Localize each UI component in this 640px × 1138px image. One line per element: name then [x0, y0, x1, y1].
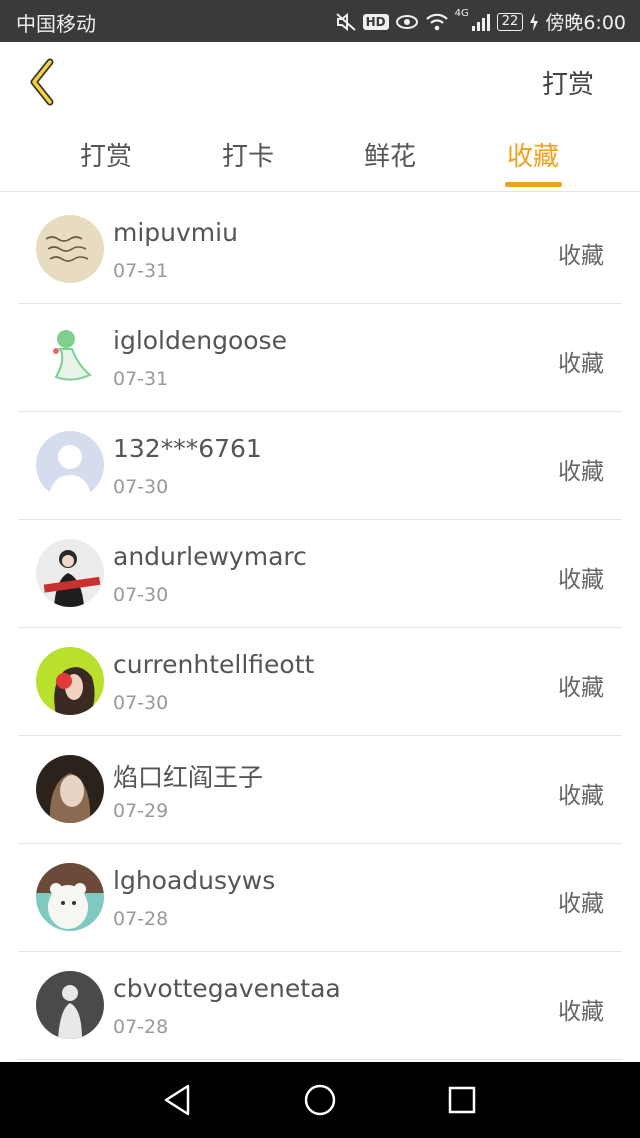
- top-header: 打赏: [0, 42, 640, 122]
- clock: 傍晚6:00: [545, 12, 626, 34]
- eye-icon: [395, 13, 419, 31]
- list-item[interactable]: currenhtellfieott 07-30 收藏: [18, 628, 622, 736]
- avatar: [36, 863, 104, 931]
- list-item[interactable]: lghoadusyws 07-28 收藏: [18, 844, 622, 952]
- user-name: cbvottegavenetaa: [113, 974, 341, 1003]
- tab-reward[interactable]: 打赏: [46, 136, 166, 173]
- battery-level: 22: [496, 12, 524, 31]
- item-action-label: 收藏: [558, 891, 604, 917]
- list-item[interactable]: mipuvmiu 07-31 收藏: [18, 196, 622, 304]
- list-item[interactable]: 焰口红阎王子 07-29 收藏: [18, 736, 622, 844]
- nav-recents-icon[interactable]: [444, 1082, 480, 1118]
- tab-bar: 打赏 打卡 鲜花 收藏: [0, 122, 640, 192]
- item-date: 07-28: [113, 908, 169, 930]
- signal-icon: [471, 12, 491, 32]
- wifi-icon: [425, 12, 449, 32]
- list-item[interactable]: andurlewymarc 07-30 收藏: [18, 520, 622, 628]
- avatar: [36, 971, 104, 1039]
- system-nav-bar: [0, 1062, 640, 1138]
- item-date: 07-29: [113, 800, 169, 822]
- user-name: lghoadusyws: [113, 866, 276, 895]
- item-date: 07-28: [113, 1016, 169, 1038]
- avatar: [36, 647, 104, 715]
- user-name: mipuvmiu: [113, 218, 238, 247]
- item-action-label: 收藏: [558, 351, 604, 377]
- avatar: [36, 431, 104, 499]
- item-action-label: 收藏: [558, 243, 604, 269]
- list-item[interactable]: cbvottegavenetaa 07-28 收藏: [18, 952, 622, 1060]
- user-name: currenhtellfieott: [113, 650, 315, 679]
- charging-icon: [529, 12, 539, 31]
- avatar: [36, 323, 104, 391]
- carrier-label: 中国移动: [16, 12, 96, 36]
- avatar: [36, 215, 104, 283]
- back-button[interactable]: [24, 56, 64, 108]
- user-name: igloldengoose: [113, 326, 287, 355]
- item-action-label: 收藏: [558, 675, 604, 701]
- item-date: 07-30: [113, 476, 169, 498]
- hd-badge: HD: [362, 13, 389, 30]
- tab-favorites[interactable]: 收藏: [473, 136, 593, 173]
- active-tab-indicator: [505, 182, 562, 187]
- item-action-label: 收藏: [558, 783, 604, 809]
- item-date: 07-30: [113, 692, 169, 714]
- list-item[interactable]: igloldengoose 07-31 收藏: [18, 304, 622, 412]
- user-name: andurlewymarc: [113, 542, 307, 571]
- mute-icon: [335, 12, 357, 32]
- avatar: [36, 539, 104, 607]
- avatar: [36, 755, 104, 823]
- user-name: 132***6761: [113, 434, 262, 463]
- item-date: 07-31: [113, 368, 169, 390]
- item-action-label: 收藏: [558, 459, 604, 485]
- item-action-label: 收藏: [558, 567, 604, 593]
- network-type: 4G: [454, 8, 469, 19]
- back-icon: [24, 58, 64, 112]
- status-bar: 中国移动 HD 4G 22 傍晚6:00: [0, 0, 640, 42]
- reward-action-button[interactable]: 打赏: [542, 64, 594, 101]
- status-icons: HD 4G 22 傍晚6:00: [335, 8, 626, 35]
- user-name: 焰口红阎王子: [113, 763, 264, 792]
- item-action-label: 收藏: [558, 999, 604, 1025]
- item-date: 07-30: [113, 584, 169, 606]
- nav-home-icon[interactable]: [302, 1082, 338, 1118]
- tab-checkin[interactable]: 打卡: [188, 136, 308, 173]
- item-date: 07-31: [113, 260, 169, 282]
- list-item[interactable]: 132***6761 07-30 收藏: [18, 412, 622, 520]
- nav-back-icon[interactable]: [160, 1082, 196, 1118]
- tab-flowers[interactable]: 鲜花: [330, 136, 450, 173]
